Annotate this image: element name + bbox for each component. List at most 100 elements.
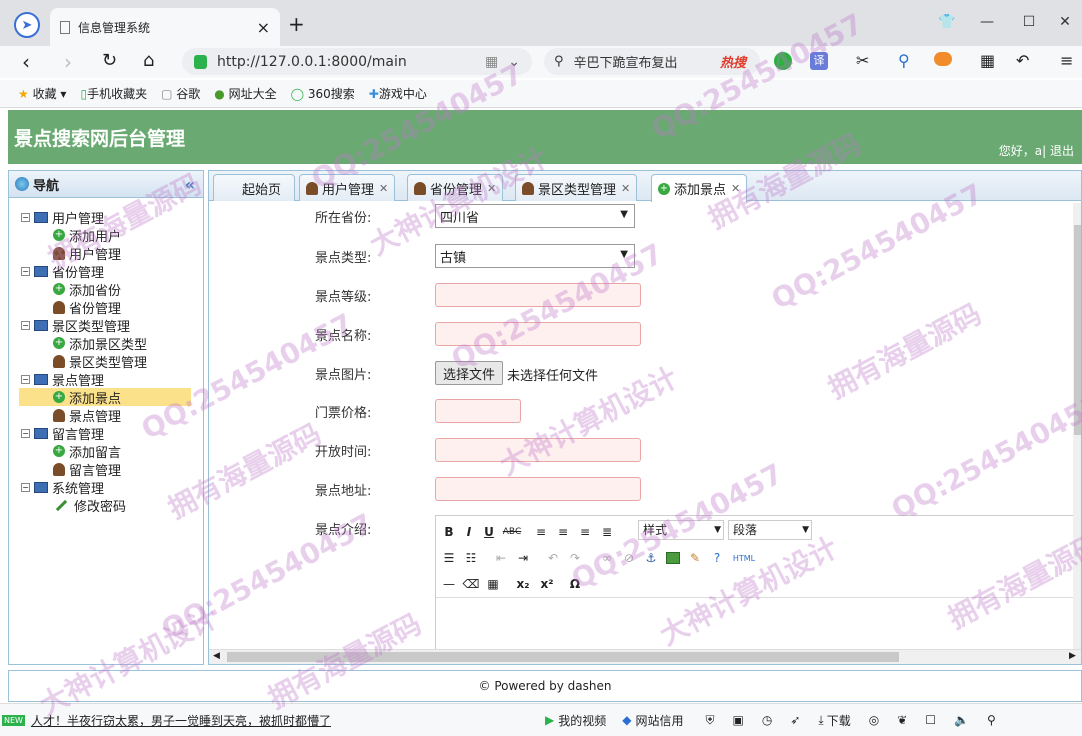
magnifier-icon[interactable]: ⚲	[898, 51, 910, 70]
horizontal-rule-icon[interactable]: —	[440, 574, 458, 594]
numbered-list-icon[interactable]: ☷	[462, 548, 480, 568]
site-credit-link[interactable]: 网站信用	[635, 712, 683, 729]
collapse-tree-icon[interactable]: −	[21, 428, 30, 438]
translate-icon[interactable]: 译	[810, 52, 828, 70]
user-greeting[interactable]: 您好，a| 退出	[999, 142, 1074, 159]
sound-icon[interactable]: 🔈	[954, 713, 969, 727]
browser-logo-icon[interactable]: ➤	[14, 12, 40, 38]
skin-icon[interactable]: 👕	[932, 10, 962, 34]
bold-icon[interactable]: B	[440, 522, 458, 542]
undo-icon[interactable]: ↶	[544, 548, 562, 568]
bullet-list-icon[interactable]: ☰	[440, 548, 458, 568]
tree-item-message-mgmt[interactable]: 留言管理	[53, 460, 121, 479]
scroll-right-icon[interactable]: ▶	[1069, 651, 1076, 661]
scissors-icon[interactable]: ✂	[856, 51, 869, 70]
tree-group-messages[interactable]: − 留言管理	[21, 424, 104, 443]
link-icon[interactable]: ∞	[598, 548, 616, 568]
collapse-tree-icon[interactable]: −	[21, 266, 30, 276]
new-tab-button[interactable]: +	[288, 12, 305, 36]
rocket-icon[interactable]: ➶	[790, 713, 800, 727]
indent-icon[interactable]: ⇥	[514, 548, 532, 568]
collapse-icon[interactable]: «	[185, 175, 195, 194]
tree-group-provinces[interactable]: − 省份管理	[21, 262, 104, 281]
tree-item-add-scenic-type[interactable]: + 添加景区类型	[53, 334, 147, 353]
collapse-tree-icon[interactable]: −	[21, 374, 30, 384]
choose-file-button[interactable]: 选择文件	[435, 361, 503, 385]
superscript-icon[interactable]: x²	[538, 574, 556, 594]
vertical-scroll-thumb[interactable]	[1074, 225, 1081, 435]
tree-group-system[interactable]: − 系统管理	[21, 478, 104, 497]
minimize-icon[interactable]: —	[972, 10, 1002, 34]
close-window-icon[interactable]: ✕	[1050, 10, 1080, 34]
align-justify-icon[interactable]: ≣	[598, 522, 616, 542]
bookmark-games[interactable]: ✚游戏中心	[369, 85, 427, 102]
tree-item-scenic-type-mgmt[interactable]: 景区类型管理	[53, 352, 147, 371]
wechat-icon[interactable]	[774, 52, 792, 70]
tree-item-add-user[interactable]: + 添加用户	[53, 226, 121, 245]
leaf-icon[interactable]: ❦	[897, 713, 907, 727]
table-icon[interactable]: ▦	[484, 574, 502, 594]
tree-item-change-password[interactable]: 修改密码	[53, 496, 126, 515]
style-select[interactable]: 样式 ▼	[638, 520, 724, 540]
rich-text-editor[interactable]: B I U ABC ≡ ≡ ≡ ≣ 样式 ▼ 段落 ▼ ☰ ☷ ⇤ ⇥ ↶ ↷ ∞ …	[435, 515, 1075, 655]
horizontal-scroll-thumb[interactable]	[227, 652, 899, 662]
clock-icon[interactable]: ◷	[762, 713, 772, 727]
tree-item-add-spot[interactable]: + 添加景点	[19, 388, 191, 407]
undo-icon[interactable]: ↶	[1016, 51, 1029, 70]
help-icon[interactable]: ?	[708, 548, 726, 568]
bookmark-mobile[interactable]: ▯手机收藏夹	[80, 85, 147, 102]
align-center-icon[interactable]: ≡	[554, 522, 572, 542]
name-input[interactable]	[435, 322, 641, 346]
close-tab-icon[interactable]: ×	[257, 18, 270, 37]
tree-group-spots[interactable]: − 景点管理	[21, 370, 104, 389]
address-bar[interactable]: http://127.0.0.1:8000/main ▦ ⌄	[182, 48, 532, 75]
forward-icon[interactable]: ›	[64, 50, 72, 74]
tab-scenic-type-mgmt[interactable]: 景区类型管理 ✕	[515, 174, 638, 201]
collapse-tree-icon[interactable]: −	[21, 482, 30, 492]
home-icon[interactable]: ⌂	[143, 50, 154, 71]
tree-group-scenic-types[interactable]: − 景区类型管理	[21, 316, 130, 335]
reload-icon[interactable]: ↻	[102, 50, 117, 71]
bookmark-360[interactable]: ◯ 360搜索	[291, 85, 355, 102]
apps-grid-icon[interactable]: ▦	[980, 51, 995, 70]
unlink-icon[interactable]: ⊘	[620, 548, 638, 568]
underline-icon[interactable]: U	[480, 522, 498, 542]
province-select[interactable]: 四川省 ▼	[435, 204, 635, 228]
anchor-icon[interactable]: ⚓	[642, 548, 660, 568]
back-icon[interactable]: ‹	[22, 50, 30, 74]
picture-icon[interactable]: ▣	[732, 713, 743, 727]
my-videos-link[interactable]: 我的视频	[558, 712, 606, 729]
collapse-tree-icon[interactable]: −	[21, 320, 30, 330]
strikethrough-icon[interactable]: ABC	[500, 522, 524, 542]
dropdown-icon[interactable]: ⌄	[508, 54, 520, 70]
bookmark-google[interactable]: ▢ 谷歌	[161, 85, 200, 102]
tree-item-add-province[interactable]: + 添加省份	[53, 280, 121, 299]
shield-icon[interactable]: ⛨	[705, 713, 714, 728]
type-select[interactable]: 古镇 ▼	[435, 244, 635, 268]
tab-user-mgmt[interactable]: 用户管理 ✕	[299, 174, 396, 201]
close-tab-icon[interactable]: ✕	[379, 182, 388, 195]
paragraph-select[interactable]: 段落 ▼	[728, 520, 812, 540]
tab-province-mgmt[interactable]: 省份管理 ✕	[407, 174, 504, 201]
tree-item-add-message[interactable]: + 添加留言	[53, 442, 121, 461]
tab-add-spot[interactable]: + 添加景点 ✕	[651, 174, 748, 202]
game-icon[interactable]	[934, 52, 952, 66]
italic-icon[interactable]: I	[460, 522, 478, 542]
gamepad-icon[interactable]: ◎	[869, 713, 879, 727]
cleanup-icon[interactable]: ✎	[686, 548, 704, 568]
scroll-left-icon[interactable]: ◀	[213, 651, 220, 661]
redo-icon[interactable]: ↷	[566, 548, 584, 568]
subscript-icon[interactable]: x₂	[514, 574, 532, 594]
download-link[interactable]: 下载	[827, 712, 851, 729]
news-ticker-link[interactable]: 人才！半夜行窃太累，男子一觉睡到天亮，被抓时都懵了	[31, 712, 331, 729]
special-char-icon[interactable]: Ω	[566, 574, 584, 594]
qr-icon[interactable]: ▦	[485, 54, 498, 70]
tree-item-province-mgmt[interactable]: 省份管理	[53, 298, 121, 317]
close-tab-icon[interactable]: ✕	[731, 182, 740, 195]
hours-input[interactable]	[435, 438, 641, 462]
align-right-icon[interactable]: ≡	[576, 522, 594, 542]
zoom-icon[interactable]: ⚲	[987, 713, 996, 727]
maximize-icon[interactable]: ☐	[1014, 10, 1044, 34]
tab-home[interactable]: 起始页	[213, 174, 295, 201]
level-input[interactable]	[435, 283, 641, 307]
